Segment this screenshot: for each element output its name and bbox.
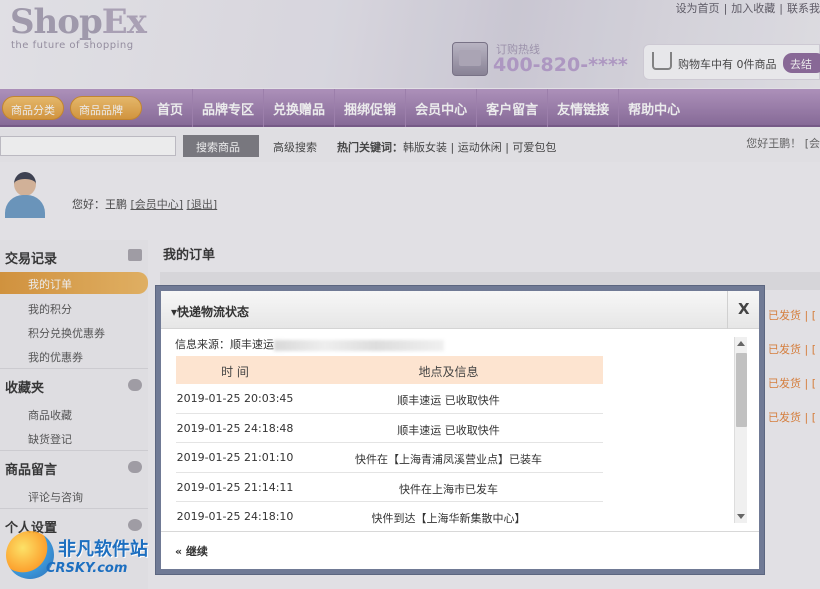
row-time: 2019-01-25 24:18:10 [176, 510, 294, 523]
row-time: 2019-01-25 21:14:11 [176, 480, 294, 494]
watermark-name: 非凡软件站 [58, 539, 148, 560]
tracking-table: 时 间 地点及信息 2019-01-25 20:03:45 顺丰速运 已收取快件… [176, 356, 603, 532]
row-info: 快件在【上海青浦凤溪营业点】已装车 [355, 453, 542, 466]
row-time: 2019-01-25 20:03:45 [176, 392, 294, 405]
row-time: 2019-01-25 24:18:48 [176, 421, 294, 435]
dialog-footer-divider [161, 531, 759, 532]
scrollbar[interactable] [734, 337, 747, 523]
table-header: 时 间 地点及信息 [176, 356, 603, 384]
row-time: 2019-01-25 21:01:10 [176, 451, 294, 464]
row-info: 快件到达【上海华新集散中心】 [371, 512, 526, 525]
watermark-site: CRSKY.com [46, 561, 128, 576]
column-header-time: 时 间 [221, 365, 249, 379]
scroll-thumb[interactable] [736, 353, 747, 427]
logistics-dialog: ▾快递物流状态 X 信息来源：顺丰速运 时 间 地点及信息 2019-01-25… [161, 291, 759, 569]
logistics-dialog-frame: ▾快递物流状态 X 信息来源：顺丰速运 时 间 地点及信息 2019-01-25… [155, 285, 765, 575]
info-source: 信息来源：顺丰速运 [175, 336, 444, 352]
row-info: 顺丰速运 已收取快件 [397, 423, 500, 437]
redacted-tracking-number [274, 339, 444, 351]
row-info: 快件在上海市已发车 [399, 482, 498, 496]
table-row: 2019-01-25 20:03:45 顺丰速运 已收取快件 [176, 384, 603, 414]
scroll-down-arrow-icon[interactable] [737, 514, 745, 519]
close-button[interactable]: X [727, 291, 759, 329]
table-row: 2019-01-25 21:14:11 快件在上海市已发车 [176, 473, 603, 502]
scroll-up-arrow-icon[interactable] [737, 341, 745, 346]
table-row: 2019-01-25 24:18:48 顺丰速运 已收取快件 [176, 414, 603, 443]
table-row: 2019-01-25 24:18:10 快件到达【上海华新集散中心】 [176, 502, 603, 532]
dialog-title: ▾快递物流状态 [171, 305, 250, 319]
dialog-titlebar: ▾快递物流状态 X [161, 291, 759, 329]
continue-link[interactable]: « 继续 [175, 543, 208, 559]
table-row: 2019-01-25 21:01:10 快件在【上海青浦凤溪营业点】已装车 [176, 443, 603, 473]
column-header-info: 地点及信息 [418, 365, 479, 379]
crsky-watermark: 非凡软件站 CRSKY.com [6, 531, 176, 583]
row-info: 顺丰速运 已收取快件 [397, 394, 500, 407]
